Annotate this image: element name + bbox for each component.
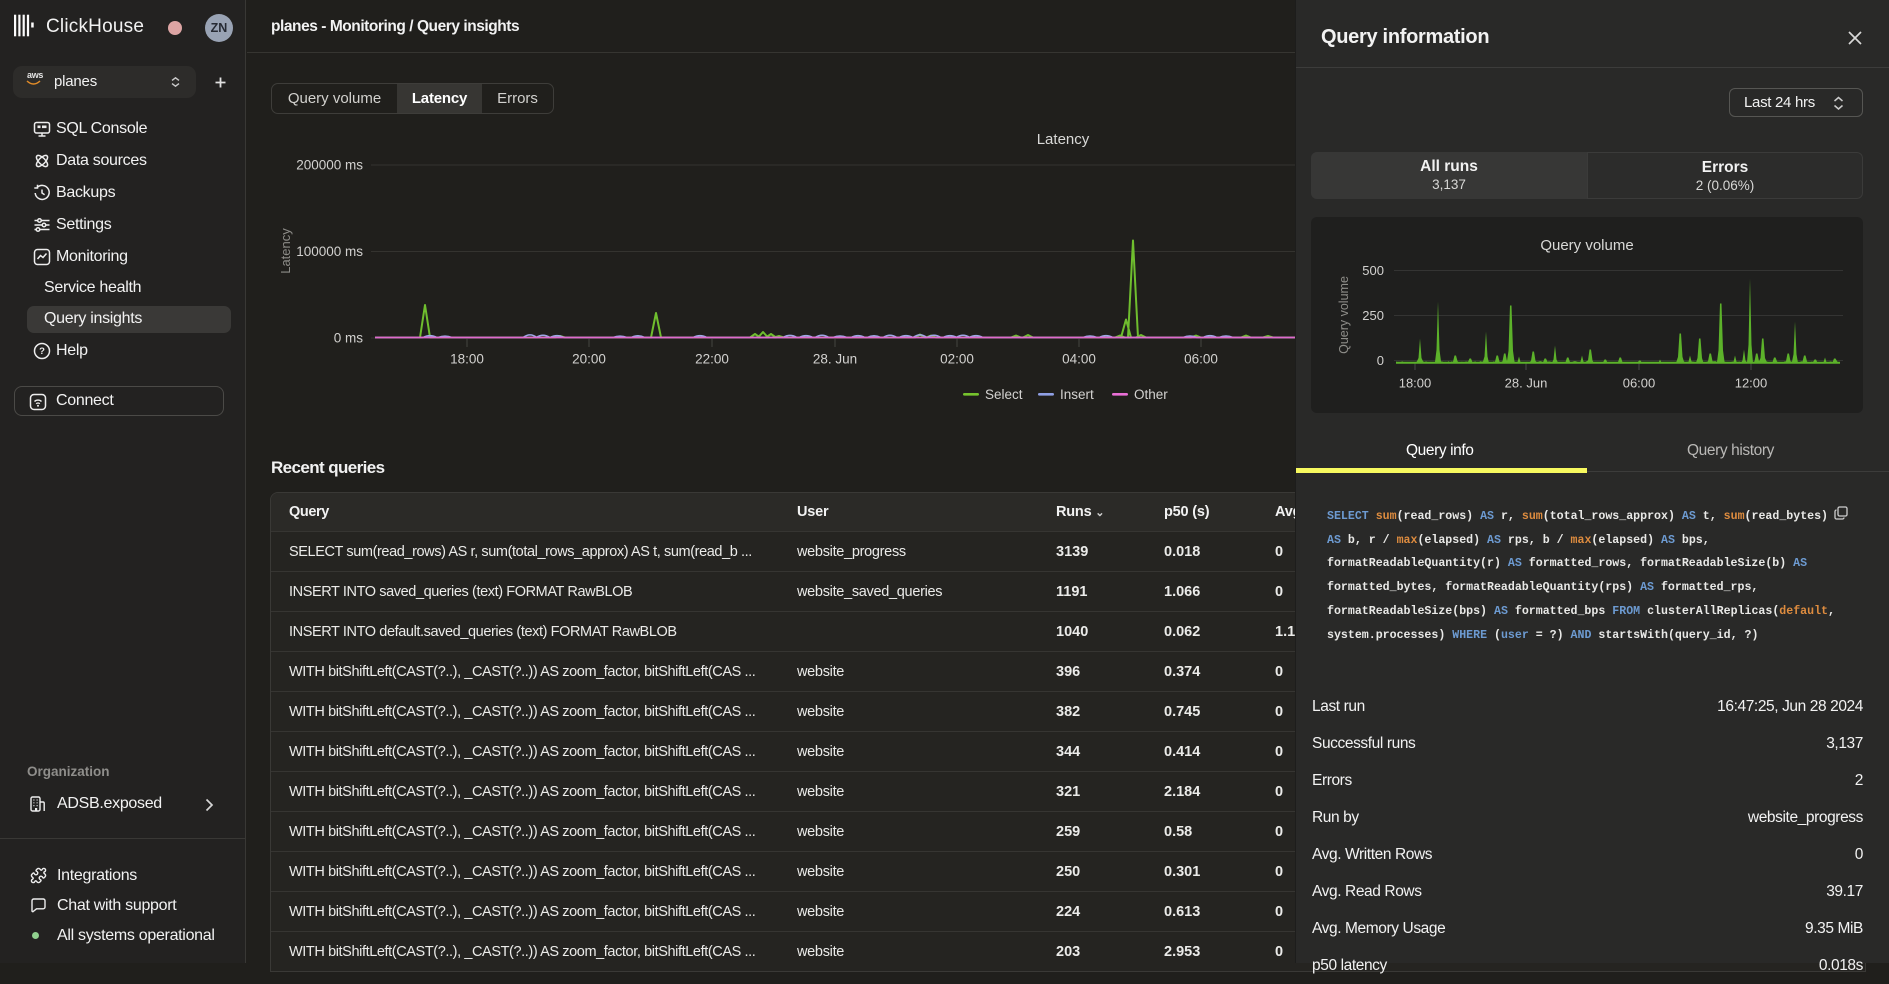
svg-text:04:00: 04:00 — [1062, 352, 1096, 367]
svg-text:Select: Select — [985, 387, 1023, 402]
svg-text:06:00: 06:00 — [1184, 352, 1218, 367]
svg-text:Latency: Latency — [1037, 131, 1090, 148]
svg-text:250: 250 — [1362, 308, 1384, 323]
svg-text:0: 0 — [1377, 353, 1384, 368]
svg-text:Other: Other — [1134, 387, 1168, 402]
svg-text:20:00: 20:00 — [572, 352, 606, 367]
svg-text:0 ms: 0 ms — [334, 331, 364, 346]
svg-text:18:00: 18:00 — [1399, 376, 1432, 391]
svg-text:?: ? — [39, 346, 45, 357]
svg-text:200000 ms: 200000 ms — [296, 158, 363, 173]
svg-text:22:00: 22:00 — [695, 352, 729, 367]
svg-text:12:00: 12:00 — [1735, 376, 1768, 391]
svg-text:18:00: 18:00 — [450, 352, 484, 367]
svg-text:500: 500 — [1362, 263, 1384, 278]
svg-text:100000 ms: 100000 ms — [296, 244, 363, 259]
svg-text:Query volume: Query volume — [1337, 276, 1351, 354]
svg-text:28. Jun: 28. Jun — [813, 352, 857, 367]
svg-text:02:00: 02:00 — [940, 352, 974, 367]
svg-text:06:00: 06:00 — [1623, 376, 1656, 391]
svg-text:28. Jun: 28. Jun — [1505, 376, 1548, 391]
svg-text:Latency: Latency — [278, 228, 293, 274]
svg-text:Insert: Insert — [1060, 387, 1094, 402]
svg-text:Query volume: Query volume — [1540, 237, 1633, 254]
